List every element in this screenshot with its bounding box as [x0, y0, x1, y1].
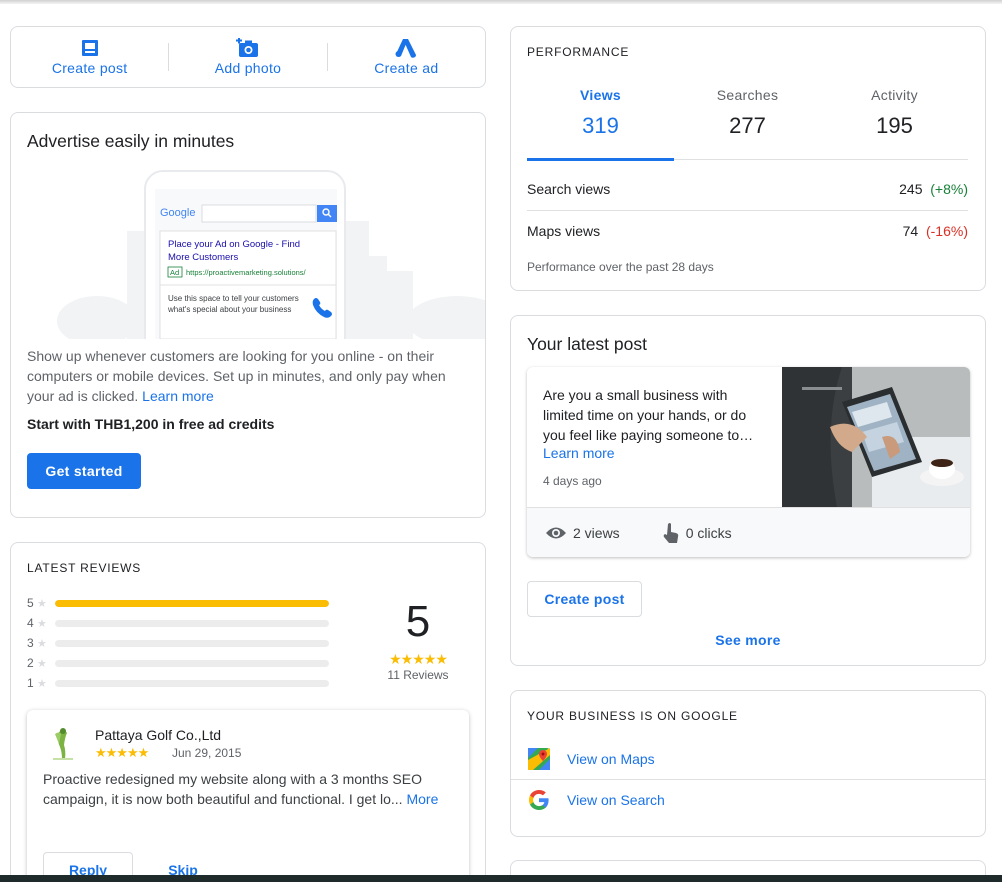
- view-on-maps-link[interactable]: View on Maps: [511, 739, 985, 779]
- add-photo-icon: [235, 38, 258, 57]
- create-post-label: Create post: [51, 60, 128, 76]
- tab-value: 195: [876, 113, 913, 138]
- advertise-card: Advertise easily in minutes Google Place: [10, 112, 486, 518]
- tab-label: Views: [580, 87, 621, 103]
- rating-bar-5: 5 ★: [27, 593, 337, 613]
- post-text: Are you a small business with limited ti…: [543, 387, 754, 443]
- average-rating-stars: ★★★★★: [389, 651, 448, 667]
- create-ad-button[interactable]: Create ad: [328, 38, 485, 76]
- bottom-taskbar-edge: [0, 875, 1002, 882]
- post-image: [782, 367, 970, 507]
- views-stat: 2 views: [545, 525, 620, 541]
- performance-card: PERFORMANCE Views 319 Searches 277 Activ…: [510, 26, 986, 291]
- add-photo-label: Add photo: [214, 60, 282, 76]
- see-more-link[interactable]: See more: [511, 632, 985, 648]
- divider: [527, 210, 968, 211]
- tab-label: Activity: [871, 87, 918, 103]
- average-rating: 5: [405, 597, 431, 646]
- review-stars: ★★★★★: [95, 745, 149, 760]
- review-more-link[interactable]: More: [406, 791, 438, 807]
- post-stats: 2 views 0 clicks: [527, 507, 970, 557]
- svg-text:https://proactivemarketing.sol: https://proactivemarketing.solutions/: [186, 268, 307, 277]
- rating-bar-3: 3 ★: [27, 633, 337, 653]
- review-item: Pattaya Golf Co.,Ltd ★★★★★ Jun 29, 2015 …: [27, 710, 469, 882]
- tab-searches[interactable]: Searches 277: [674, 85, 821, 159]
- tab-views[interactable]: Views 319: [527, 85, 674, 161]
- latest-post-title: Your latest post: [527, 334, 647, 354]
- reviewer-avatar: [45, 726, 79, 762]
- search-views-row: Search views 245 (+8%): [527, 181, 968, 197]
- touch-icon: [663, 522, 678, 543]
- performance-heading: PERFORMANCE: [527, 45, 630, 59]
- create-post-outline-button[interactable]: Create post: [527, 581, 642, 617]
- latest-post-card: Your latest post Are you a small busines…: [510, 315, 986, 666]
- create-post-button[interactable]: Create post: [11, 38, 168, 76]
- svg-text:Ad: Ad: [170, 268, 179, 277]
- post-icon: [81, 40, 98, 56]
- star-icon: ★: [37, 637, 47, 650]
- row-label: Maps views: [527, 223, 601, 239]
- learn-more-link[interactable]: Learn more: [142, 388, 214, 404]
- svg-text:Google: Google: [160, 207, 195, 219]
- row-value: 74 (-16%): [902, 223, 968, 239]
- business-heading: YOUR BUSINESS IS ON GOOGLE: [527, 709, 738, 723]
- svg-text:Use this space to tell your cu: Use this space to tell your customers: [168, 294, 299, 303]
- svg-text:what's special about your busi: what's special about your business: [167, 305, 291, 314]
- post-preview[interactable]: Are you a small business with limited ti…: [527, 367, 970, 557]
- review-text: Proactive redesigned my website along wi…: [43, 771, 439, 807]
- reviews-heading: LATEST REVIEWS: [27, 561, 142, 575]
- tab-value: 319: [582, 113, 619, 138]
- add-photo-button[interactable]: Add photo: [169, 38, 326, 76]
- eye-icon: [546, 527, 566, 538]
- get-started-button[interactable]: Get started: [27, 453, 141, 489]
- post-time: 4 days ago: [543, 474, 602, 488]
- performance-footer: Performance over the past 28 days: [527, 260, 714, 274]
- star-icon: ★: [37, 657, 47, 670]
- row-value: 245 (+8%): [899, 181, 968, 197]
- google-g-icon: [529, 790, 549, 810]
- tab-value: 277: [729, 113, 766, 138]
- top-shadow: [0, 0, 1002, 4]
- tab-activity[interactable]: Activity 195: [821, 85, 968, 159]
- star-icon: ★: [37, 597, 47, 610]
- change-badge: (+8%): [930, 181, 968, 197]
- star-icon: ★: [37, 677, 47, 690]
- create-ad-label: Create ad: [374, 60, 439, 76]
- maps-views-row: Maps views 74 (-16%): [527, 223, 968, 239]
- business-on-google-card: YOUR BUSINESS IS ON GOOGLE View on Maps …: [510, 690, 986, 837]
- rating-bar-4: 4 ★: [27, 613, 337, 633]
- tab-label: Searches: [716, 87, 779, 103]
- latest-reviews-card: LATEST REVIEWS 5 ★ 4 ★ 3 ★ 2 ★ 1 ★ 5 ★★★★★ 11…: [10, 542, 486, 882]
- google-ads-icon: [395, 39, 417, 58]
- svg-text:More Customers: More Customers: [168, 252, 238, 263]
- ad-illustration: Google Place your Ad on Google - Find Mo…: [27, 161, 485, 339]
- rating-distribution: 5 ★ 4 ★ 3 ★ 2 ★ 1 ★: [27, 593, 337, 693]
- performance-tabs: Views 319 Searches 277 Activity 195: [527, 85, 968, 161]
- quick-actions-card: Create post Add photo Create ad: [10, 26, 486, 88]
- google-maps-icon: [528, 748, 550, 770]
- row-label: Search views: [527, 181, 611, 197]
- star-icon: ★: [37, 617, 47, 630]
- svg-text:Place your Ad on Google - Find: Place your Ad on Google - Find: [168, 239, 300, 250]
- advertise-title: Advertise easily in minutes: [27, 131, 235, 151]
- review-date: Jun 29, 2015: [172, 746, 242, 760]
- ad-credit-text: Start with THB1,200 in free ad credits: [27, 416, 275, 432]
- change-badge: (-16%): [925, 223, 968, 239]
- view-on-search-link[interactable]: View on Search: [511, 780, 985, 820]
- reviewer-name: Pattaya Golf Co.,Ltd: [95, 727, 222, 743]
- clicks-stat: 0 clicks: [662, 522, 732, 544]
- rating-bar-2: 2 ★: [27, 653, 337, 673]
- advertise-description: Show up whenever customers are looking f…: [27, 348, 446, 404]
- post-learn-more-link[interactable]: Learn more: [543, 445, 615, 461]
- rating-bar-1: 1 ★: [27, 673, 337, 693]
- review-count: 11 Reviews: [387, 668, 449, 682]
